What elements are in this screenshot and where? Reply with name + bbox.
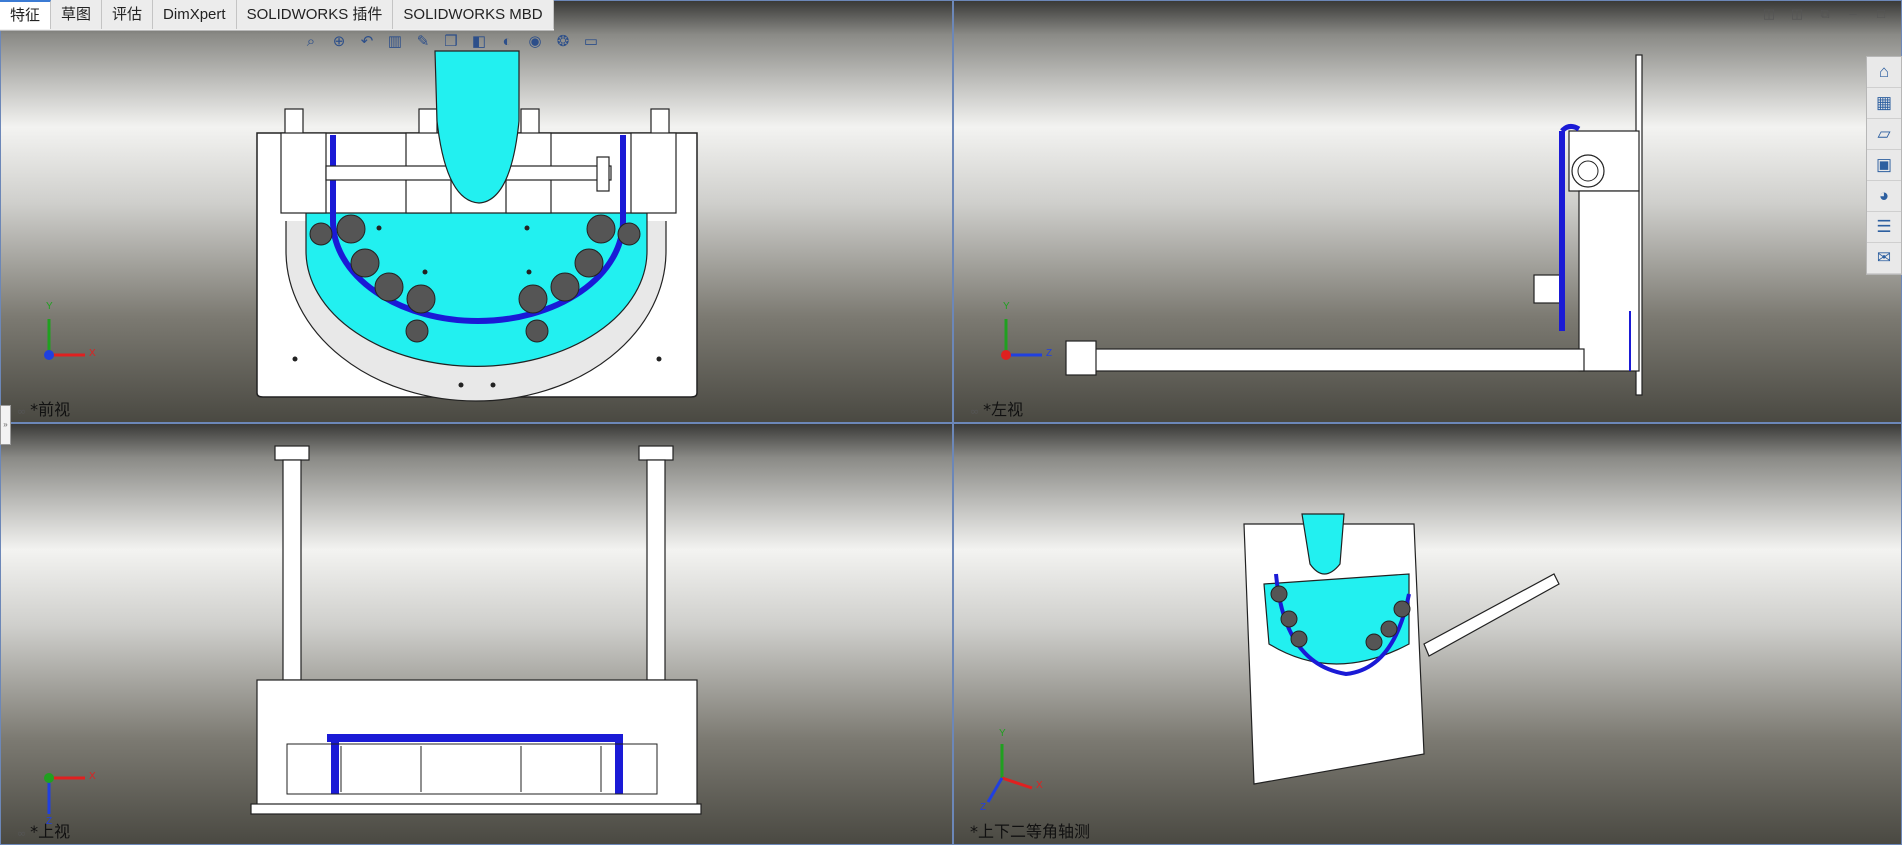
zoom-to-fit-icon[interactable]: ⌕: [300, 30, 322, 52]
axis-label-y: Y: [999, 728, 1006, 739]
custom-properties-icon[interactable]: ☰: [1867, 212, 1901, 243]
view-settings-icon[interactable]: ▭: [580, 30, 602, 52]
tab-sketch[interactable]: 草图: [51, 0, 103, 29]
axis-triad-front: [44, 319, 85, 360]
viewport-label-text: *左视: [983, 400, 1024, 419]
viewport-label-left: ∞ *左视: [970, 396, 1023, 420]
axis-triad-top: [44, 773, 85, 814]
forum-icon[interactable]: ✉: [1867, 243, 1901, 274]
axis-label-x: X: [89, 348, 96, 359]
tab-dimxpert[interactable]: DimXpert: [153, 0, 237, 29]
command-manager-tabs: 特征 草图 评估 DimXpert SOLIDWORKS 插件 SOLIDWOR…: [0, 0, 554, 31]
axis-triad-isometric: [986, 744, 1033, 803]
viewport-label-top: ∞ *上视: [17, 818, 70, 842]
axis-label-x: X: [1036, 780, 1043, 791]
edit-appearance-icon[interactable]: ◉: [524, 30, 546, 52]
front-view-model: [44, 50, 698, 402]
link-views-icon[interactable]: ∞: [970, 405, 979, 418]
hide-show-icon[interactable]: ◐: [496, 30, 518, 52]
axis-label-y: Y: [1003, 301, 1010, 312]
top-view-model: [44, 445, 702, 815]
axis-label-z: Z: [1046, 348, 1053, 359]
tab-solidworks-addins[interactable]: SOLIDWORKS 插件: [236, 0, 394, 29]
previous-view-icon[interactable]: ↶: [356, 30, 378, 52]
link-views-icon[interactable]: ∞: [17, 827, 26, 840]
viewport-isometric[interactable]: X Y Z *上下二等角轴测: [953, 423, 1902, 845]
apply-scene-icon[interactable]: ❂: [552, 30, 574, 52]
zoom-area-icon[interactable]: ⊕: [328, 30, 350, 52]
viewport-label-text: *前视: [30, 400, 71, 419]
maximize-icon[interactable]: □: [1872, 6, 1890, 22]
appearances-icon[interactable]: ◕: [1867, 181, 1901, 212]
viewport-top[interactable]: X Z ∞ *上视: [0, 423, 953, 845]
file-explorer-icon[interactable]: ▱: [1867, 119, 1901, 150]
tab-evaluate[interactable]: 评估: [102, 0, 154, 29]
viewport-front[interactable]: X Y ∞ *前视: [0, 0, 953, 423]
tile-left-icon[interactable]: ◫: [1760, 6, 1778, 22]
restore-icon[interactable]: ⧉: [1816, 6, 1834, 22]
link-views-icon[interactable]: ∞: [17, 405, 26, 418]
viewport-left[interactable]: Z Y ∞ *左视: [953, 0, 1902, 423]
design-library-icon[interactable]: ▦: [1867, 88, 1901, 119]
feature-manager-collapse-handle[interactable]: »: [0, 405, 11, 445]
view-palette-icon[interactable]: ▣: [1867, 150, 1901, 181]
tab-solidworks-mbd[interactable]: SOLIDWORKS MBD: [393, 0, 554, 29]
heads-up-view-toolbar: ⌕ ⊕ ↶ ▥ ✎ ❒ ◧ ◐ ◉ ❂ ▭: [300, 30, 602, 52]
dynamic-annotation-icon[interactable]: ✎: [412, 30, 434, 52]
axis-label-x: X: [89, 771, 96, 782]
task-pane: ⌂ ▦ ▱ ▣ ◕ ☰ ✉: [1866, 56, 1902, 275]
axis-label-y: Y: [46, 301, 53, 312]
viewport-label-isometric: *上下二等角轴测: [970, 818, 1090, 842]
left-view-model: [1001, 54, 1643, 396]
view-orientation-icon[interactable]: ❒: [440, 30, 462, 52]
axis-label-z: Z: [980, 802, 987, 813]
axis-triad-left: [1001, 319, 1042, 360]
viewport-label-front: ∞ *前视: [17, 396, 70, 420]
tab-features[interactable]: 特征: [0, 0, 52, 29]
viewport-label-text: *上视: [30, 822, 71, 841]
home-icon[interactable]: ⌂: [1867, 57, 1901, 88]
section-view-icon[interactable]: ▥: [384, 30, 406, 52]
display-style-icon[interactable]: ◧: [468, 30, 490, 52]
isometric-view-model: [986, 513, 1560, 803]
window-controls: ◫ ◫ ⧉ – □: [1760, 6, 1890, 22]
tile-right-icon[interactable]: ◫: [1788, 6, 1806, 22]
viewport-label-text: *上下二等角轴测: [970, 822, 1091, 841]
minimize-icon[interactable]: –: [1844, 6, 1862, 22]
